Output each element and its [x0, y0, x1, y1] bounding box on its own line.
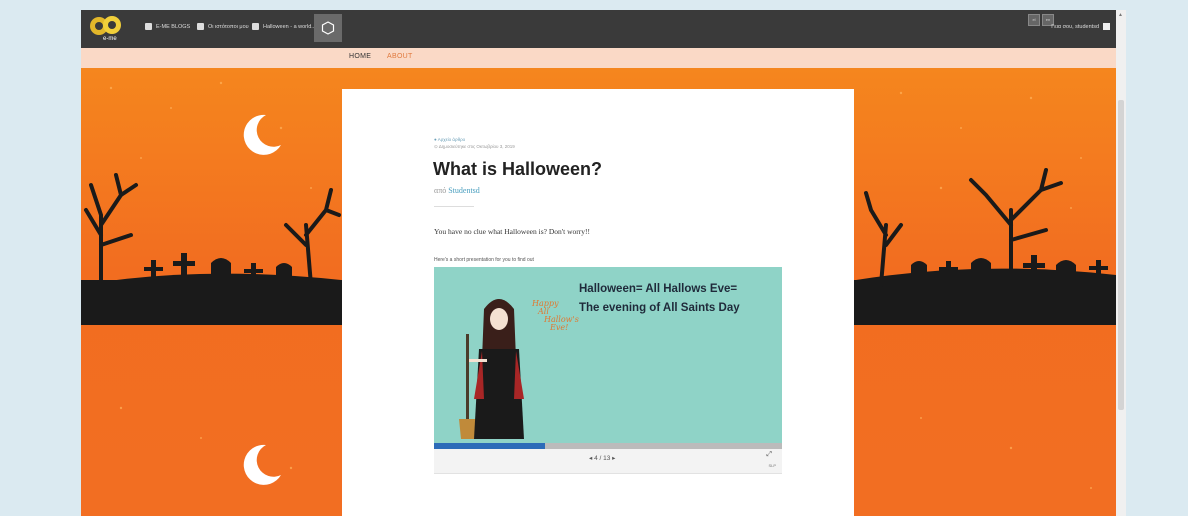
site-viewport: e-me E-ME BLOGS Οι ιστότοποι μου Hallowe… — [81, 10, 1116, 516]
slideshow-controls: ◂ 4 / 13 ▸ ⤢ SLP — [434, 449, 782, 474]
admin-item-label: Οι ιστότοποι μου — [208, 23, 249, 30]
folder-icon: ● — [434, 137, 437, 142]
slideshow-embed[interactable]: Happy All Hallow's Eve! Halloween= All H… — [434, 267, 782, 443]
divider — [434, 206, 474, 207]
svg-text:e-me: e-me — [103, 36, 117, 42]
post-byline: από Studentsd — [434, 186, 480, 195]
slide-heading-line2: The evening of All Saints Day — [579, 302, 740, 314]
customize-button[interactable] — [314, 14, 342, 42]
handwritten-greeting: Happy All Hallow's Eve! — [532, 300, 579, 332]
page-scrollbar[interactable]: ▲ — [1116, 10, 1126, 516]
admin-item-my-sites[interactable]: Οι ιστότοποι μου — [197, 23, 249, 30]
post-date-label: Δημοσιεύτηκε στις Οκτωβρίου 3, 2019 — [438, 144, 515, 149]
scroll-up-icon[interactable]: ▲ — [1118, 12, 1123, 18]
site-logo-icon[interactable]: e-me — [87, 13, 129, 43]
author-link[interactable]: Studentsd — [448, 186, 480, 195]
user-menu[interactable]: Γεια σου, studentsd — [1051, 23, 1110, 30]
byline-prefix: από — [434, 186, 447, 195]
admin-item-site[interactable]: Halloween - a world... — [252, 23, 316, 30]
post-category[interactable]: ● Αρχείο άρθρο — [434, 137, 465, 142]
moon-icon — [243, 444, 281, 485]
nav-item-about[interactable]: ABOUT — [387, 53, 413, 60]
slide-pager[interactable]: ◂ 4 / 13 ▸ — [589, 454, 615, 462]
post-category-label: Αρχείο άρθρο — [437, 137, 466, 142]
hexagon-icon — [321, 21, 335, 35]
presentation-caption: Here's a short presentation for you to f… — [434, 257, 534, 263]
post-intro: You have no clue what Halloween is? Don'… — [434, 227, 590, 236]
post-date: ⊙ Δημοσιεύτηκε στις Οκτωβρίου 3, 2019 — [434, 144, 515, 150]
slideshow-badge[interactable]: SLP — [768, 463, 776, 468]
scrollbar-thumb[interactable] — [1118, 100, 1124, 410]
handwritten-line: Eve! — [550, 323, 569, 332]
moon-icon — [243, 114, 281, 155]
user-greeting: Γεια σου, studentsd — [1051, 23, 1099, 30]
main-nav: HOME ABOUT — [81, 48, 1116, 68]
slide-heading-line1: Halloween= All Hallows Eve= — [579, 283, 738, 295]
avatar — [1103, 23, 1110, 30]
witch-illustration — [459, 299, 524, 439]
admin-item-label: E-ME BLOGS — [156, 23, 191, 30]
clock-icon: ⊙ — [434, 144, 438, 149]
nav-item-home[interactable]: HOME — [349, 53, 371, 60]
language-toggle-el[interactable]: el — [1028, 14, 1040, 26]
admin-bar: e-me E-ME BLOGS Οι ιστότοποι μου Hallowe… — [81, 10, 1116, 48]
admin-item-label: Halloween - a world... — [263, 23, 316, 30]
blog-icon — [145, 23, 152, 30]
post-title: What is Halloween? — [433, 159, 603, 179]
admin-item-blogs[interactable]: E-ME BLOGS — [145, 23, 190, 30]
post-card: ● Αρχείο άρθρο ⊙ Δημοσιεύτηκε στις Οκτωβ… — [342, 89, 854, 516]
dashboard-icon — [252, 23, 259, 30]
sites-icon — [197, 23, 204, 30]
fullscreen-icon[interactable]: ⤢ — [766, 451, 772, 459]
